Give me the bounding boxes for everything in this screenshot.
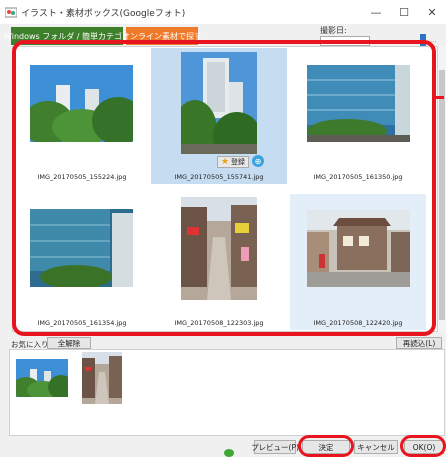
minimize-button[interactable]: — (362, 0, 390, 24)
image-cell[interactable]: IMG_20170505_161354.jpg (14, 194, 150, 330)
app-icon (5, 7, 17, 18)
image-filename: IMG_20170508_122303.jpg (174, 319, 264, 327)
thumbnail-image (30, 65, 133, 142)
add-favorite-label: 登録 (231, 158, 246, 166)
image-filename: IMG_20170508_122420.jpg (313, 319, 403, 327)
thumbnail-image (181, 197, 257, 300)
favorites-area (9, 349, 445, 436)
size-slider-track[interactable] (378, 41, 436, 42)
image-filename: IMG_20170505_161350.jpg (313, 173, 403, 181)
close-button[interactable]: ✕ (418, 0, 446, 24)
cancel-button[interactable]: キャンセル (354, 440, 398, 454)
image-filename: IMG_20170505_155741.jpg (174, 173, 264, 181)
date-filter-label: 撮影日: (320, 26, 347, 35)
window-title: イラスト・素材ボックス(Googleフォト) (21, 8, 186, 19)
app-window: イラスト・素材ボックス(Googleフォト) — ☐ ✕ Windows フォル… (0, 0, 446, 457)
star-icon: ★ (220, 157, 230, 167)
favorite-thumbnail[interactable] (16, 359, 68, 397)
preview-button[interactable]: プレビュー(P) (251, 440, 299, 454)
tab-online-search[interactable]: オンライン素材で探す (122, 27, 202, 45)
thumbnail-image (307, 65, 410, 142)
image-cell[interactable]: IMG_20170505_161350.jpg (290, 48, 426, 184)
image-filename: IMG_20170505_161354.jpg (37, 319, 127, 327)
thumbnail-image (307, 210, 410, 287)
zoom-icon[interactable]: ⊕ (252, 155, 264, 167)
thumbnail-image (181, 52, 257, 154)
thumbnail-image (30, 209, 133, 287)
tab-windows-folder[interactable]: Windows フォルダ / 簡単カテゴリ (4, 27, 130, 45)
add-favorite-button[interactable]: ★ 登録 (217, 156, 249, 168)
ok-button[interactable]: OK(O) (404, 440, 444, 454)
reload-button[interactable]: 再読込(L) (396, 337, 442, 349)
clear-all-button[interactable]: 全解除 (47, 337, 91, 349)
grid-scroll-thumb[interactable] (439, 70, 445, 320)
date-filter-select[interactable] (320, 36, 370, 46)
grid-highlight-tick (434, 96, 444, 99)
image-cell[interactable]: IMG_20170505_155224.jpg (14, 48, 150, 184)
decide-button[interactable]: 決定 (302, 440, 350, 454)
image-cell-selected[interactable]: ★ 登録 ⊕ IMG_20170505_155741.jpg (151, 48, 287, 184)
image-cell[interactable]: IMG_20170508_122303.jpg (151, 194, 287, 330)
image-cell-hover[interactable]: IMG_20170508_122420.jpg (290, 194, 426, 330)
status-dot-icon (224, 449, 234, 457)
maximize-button[interactable]: ☐ (390, 0, 418, 24)
image-filename: IMG_20170505_155224.jpg (37, 173, 127, 181)
favorite-thumbnail[interactable] (82, 352, 122, 404)
